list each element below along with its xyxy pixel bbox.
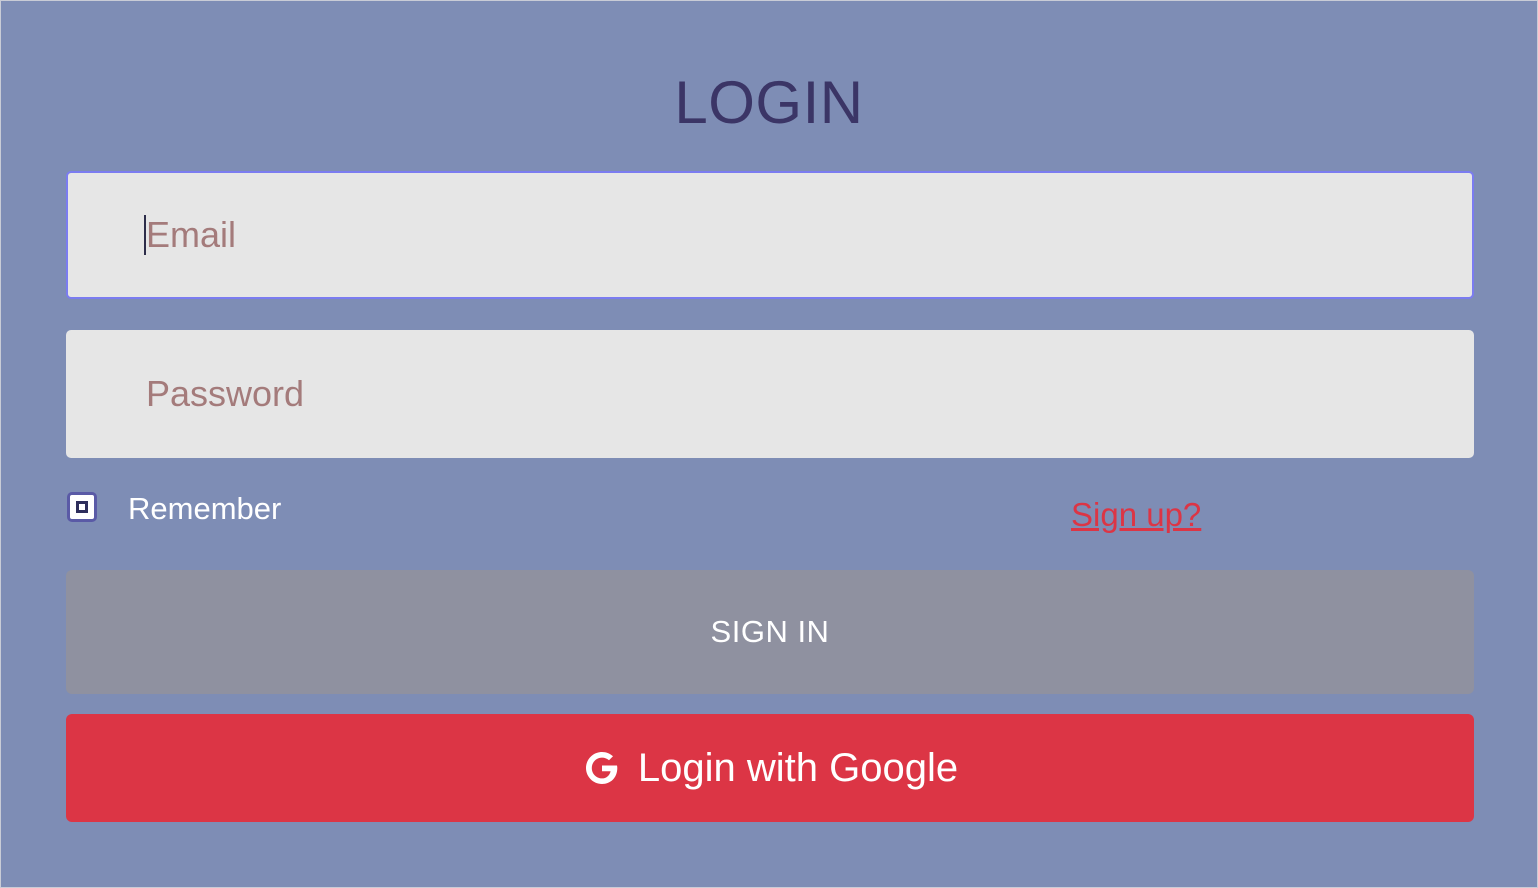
google-g-icon [585,752,618,784]
login-panel: LOGIN Remember Sign up? SIGN IN Login wi… [0,0,1538,888]
login-with-google-button[interactable]: Login with Google [66,714,1474,822]
text-caret [144,215,146,255]
checkbox-inner-mark [76,501,88,513]
sign-in-button[interactable]: SIGN IN [66,570,1474,694]
remember-checkbox[interactable] [67,492,97,522]
signup-link[interactable]: Sign up? [1071,496,1201,534]
password-field[interactable] [66,330,1474,458]
google-button-label: Login with Google [637,745,959,790]
page-title: LOGIN [674,69,864,136]
sign-in-button-label: SIGN IN [710,614,830,649]
remember-label: Remember [128,491,282,526]
email-field[interactable] [66,171,1474,299]
